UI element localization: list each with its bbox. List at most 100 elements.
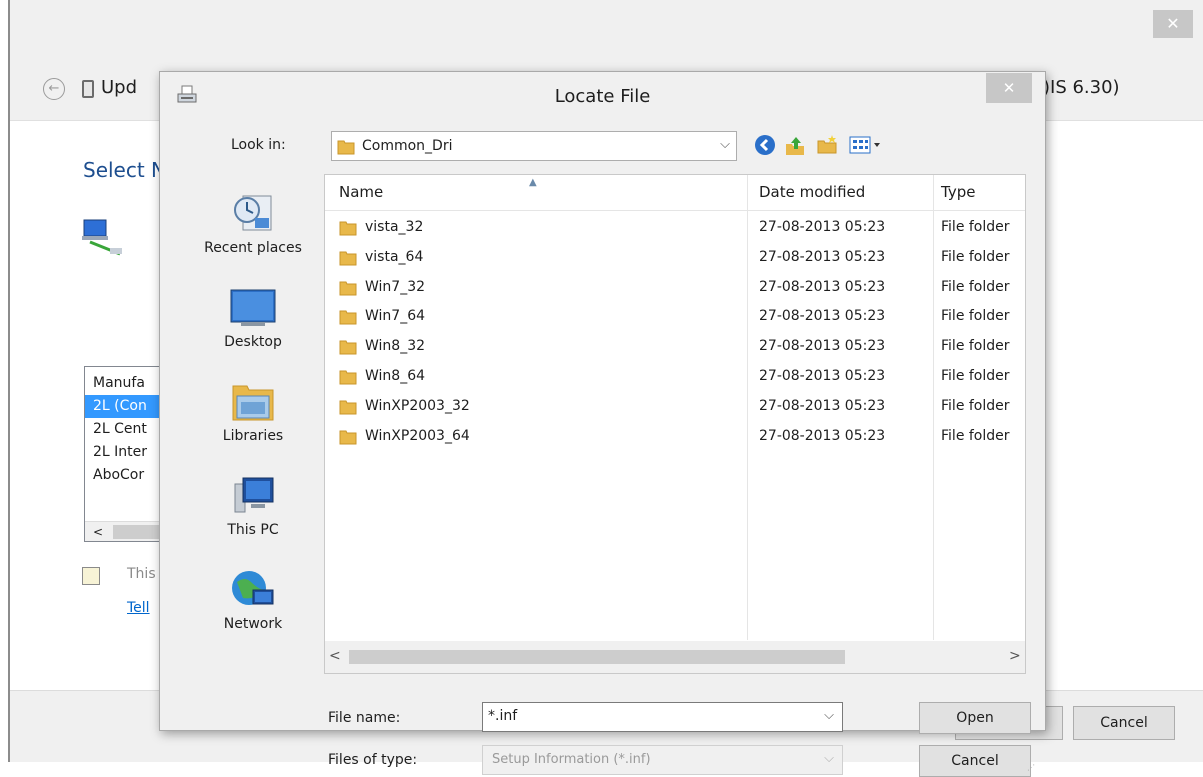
file-name: vista_32 <box>365 219 424 235</box>
file-date-modified: 27-08-2013 05:23 <box>759 397 886 414</box>
dialog-title: Locate File <box>554 86 651 107</box>
file-row[interactable]: vista_64 27-08-2013 05:23 File folder <box>325 243 1025 273</box>
desktop-icon <box>230 289 276 326</box>
file-row[interactable]: WinXP2003_64 27-08-2013 05:23 File folder <box>325 422 1025 452</box>
cancel-button[interactable]: Cancel <box>919 745 1031 777</box>
file-type: File folder <box>941 278 1010 295</box>
dialog-body: Look in: Common_Dri ⌵ Recent places Desk… <box>170 119 1035 777</box>
scroll-right-icon[interactable]: > <box>1009 648 1021 664</box>
files-of-type-dropdown[interactable]: Setup Information (*.inf) ⌵ <box>482 745 843 775</box>
look-in-label: Look in: <box>231 137 286 153</box>
wizard-title: Upd <box>101 77 138 98</box>
file-name: vista_64 <box>365 248 424 265</box>
places-bar: Recent places Desktop Libraries This PC … <box>182 174 324 674</box>
open-button[interactable]: Open <box>919 702 1031 734</box>
dialog-close-button[interactable]: ✕ <box>986 73 1032 103</box>
folder-icon <box>337 140 355 155</box>
back-icon[interactable] <box>753 134 777 158</box>
horizontal-scrollbar[interactable]: < > <box>325 641 1025 673</box>
file-row[interactable]: Win7_64 27-08-2013 05:23 File folder <box>325 302 1025 332</box>
file-row[interactable]: Win7_32 27-08-2013 05:23 File folder <box>325 273 1025 303</box>
file-type: File folder <box>941 368 1010 384</box>
dialog-title-bar: Locate File ✕ <box>160 72 1045 119</box>
view-grid-icon <box>849 136 880 154</box>
file-date-modified: 27-08-2013 05:23 <box>759 248 886 265</box>
files-of-type-label: Files of type: <box>328 752 418 768</box>
file-date-modified: 27-08-2013 05:23 <box>759 427 886 444</box>
scroll-left-icon[interactable]: < <box>93 522 103 541</box>
file-row[interactable]: WinXP2003_32 27-08-2013 05:23 File folder <box>325 392 1025 422</box>
signing-info-link[interactable]: Tell <box>127 600 150 616</box>
file-type: File folder <box>941 248 1010 265</box>
chevron-down-icon[interactable]: ⌵ <box>720 137 730 152</box>
locate-file-dialog: Locate File ✕ Look in: Common_Dri ⌵ Rece… <box>159 71 1046 777</box>
file-type: File folder <box>941 338 1010 355</box>
folder-icon <box>339 370 357 385</box>
column-header-name[interactable]: Name <box>339 183 383 201</box>
network-icon <box>232 571 274 605</box>
file-name: WinXP2003_64 <box>365 427 470 444</box>
file-type: File folder <box>941 219 1010 235</box>
place-libraries[interactable]: Libraries <box>182 380 324 444</box>
column-header-date-modified[interactable]: Date modified <box>759 183 865 201</box>
files-of-type-value: Setup Information (*.inf) <box>492 752 651 767</box>
views-menu-icon[interactable] <box>848 134 884 158</box>
file-date-modified: 27-08-2013 05:23 <box>759 368 886 384</box>
place-label: Network <box>223 616 283 632</box>
scroll-thumb[interactable] <box>349 650 845 664</box>
column-header-type[interactable]: Type <box>941 183 975 201</box>
file-type: File folder <box>941 397 1010 414</box>
back-circle-icon <box>755 135 775 155</box>
file-list-header: Name ▲ Date modified Type <box>325 175 1025 211</box>
place-recent-places[interactable]: Recent places <box>182 192 324 256</box>
file-row[interactable]: Win8_32 27-08-2013 05:23 File folder <box>325 332 1025 362</box>
look-in-value: Common_Dri <box>362 138 453 154</box>
folder-icon <box>339 310 357 325</box>
file-row[interactable]: vista_32 27-08-2013 05:23 File folder <box>325 213 1025 243</box>
folder-star-icon <box>817 135 837 154</box>
certificate-icon <box>82 567 100 585</box>
place-label: This PC <box>227 522 279 538</box>
file-list[interactable]: Name ▲ Date modified Type vista_32 27-08-… <box>324 174 1026 674</box>
file-name: Win8_64 <box>365 368 426 384</box>
this-pc-icon <box>234 477 274 513</box>
folder-icon <box>339 340 357 355</box>
folder-icon <box>339 281 357 296</box>
folder-icon <box>339 430 357 445</box>
file-date-modified: 27-08-2013 05:23 <box>759 338 886 355</box>
place-network[interactable]: Network <box>182 568 324 632</box>
folder-icon <box>339 221 357 236</box>
place-this-pc[interactable]: This PC <box>182 474 324 538</box>
back-arrow-icon[interactable]: ← <box>43 78 65 100</box>
up-arrow-icon <box>786 137 804 155</box>
file-name: WinXP2003_32 <box>365 397 470 414</box>
place-desktop[interactable]: Desktop <box>182 286 324 350</box>
chevron-down-icon[interactable]: ⌵ <box>824 751 834 766</box>
device-icon <box>82 80 94 98</box>
folder-icon <box>339 400 357 415</box>
file-type: File folder <box>941 427 1010 444</box>
network-adapter-icon <box>82 219 122 256</box>
file-name-input[interactable]: *.inf ⌵ <box>482 702 843 732</box>
file-row[interactable]: Win8_64 27-08-2013 05:23 File folder <box>325 362 1025 392</box>
file-name: Win7_64 <box>365 308 426 325</box>
wizard-cancel-button[interactable]: Cancel <box>1073 706 1175 740</box>
up-folder-icon[interactable] <box>783 134 807 158</box>
place-label: Libraries <box>222 428 284 444</box>
file-date-modified: 27-08-2013 05:23 <box>759 308 886 325</box>
resize-grip-icon[interactable]: ⋰ <box>1027 763 1037 773</box>
wizard-close-button[interactable]: ✕ <box>1153 10 1193 38</box>
place-label: Recent places <box>204 240 302 256</box>
new-folder-icon[interactable] <box>815 134 839 158</box>
scroll-left-icon[interactable]: < <box>329 648 341 664</box>
file-name: Win7_32 <box>365 278 426 295</box>
sort-ascending-icon: ▲ <box>529 177 537 188</box>
wizard-heading: Select N <box>83 158 167 182</box>
look-in-dropdown[interactable]: Common_Dri ⌵ <box>331 131 737 161</box>
driver-signed-text: This <box>127 566 156 582</box>
chevron-down-icon[interactable]: ⌵ <box>824 708 834 723</box>
libraries-icon <box>232 385 274 421</box>
file-name: Win8_32 <box>365 338 426 355</box>
wizard-title-suffix: )IS 6.30) <box>1043 77 1120 98</box>
file-name-value[interactable]: *.inf <box>488 708 517 724</box>
